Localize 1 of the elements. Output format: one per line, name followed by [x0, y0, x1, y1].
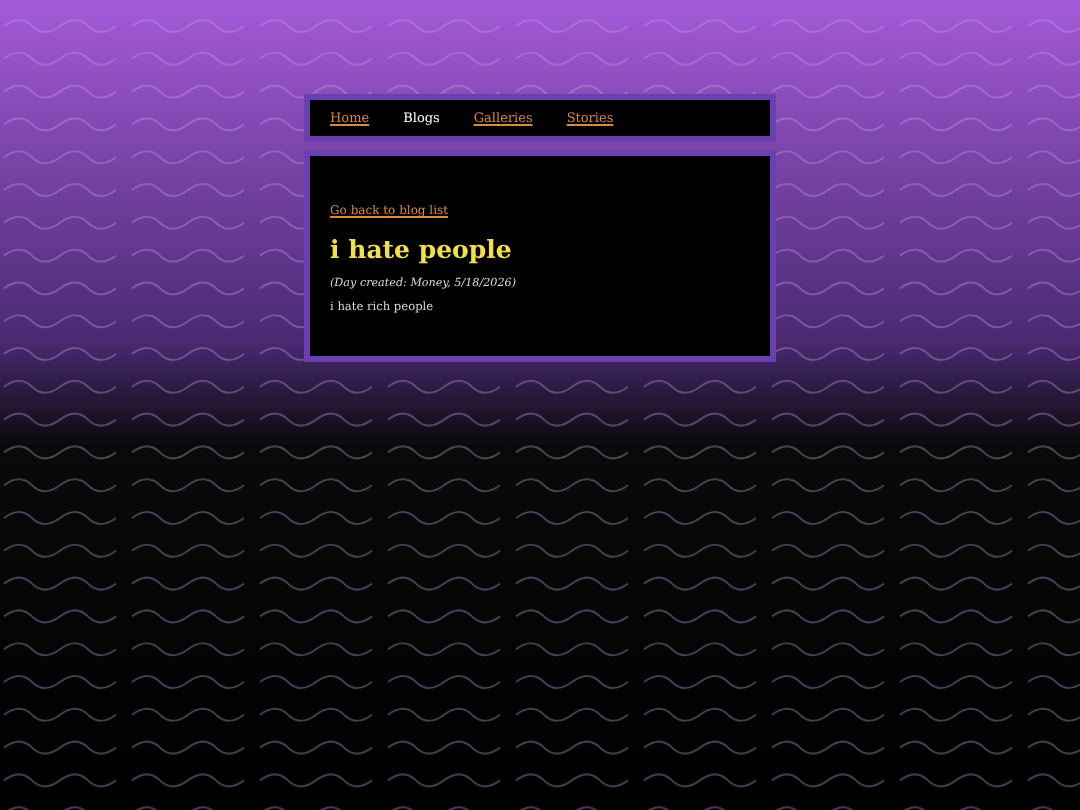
post-title: i hate people [330, 234, 514, 264]
